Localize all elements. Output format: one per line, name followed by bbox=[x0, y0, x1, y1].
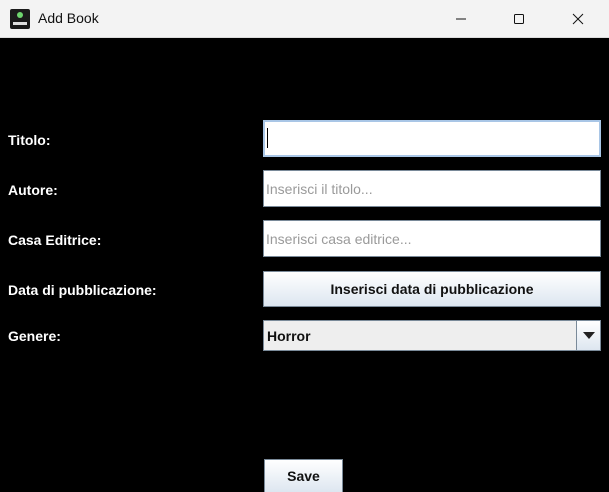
genere-label: Genere: bbox=[8, 328, 61, 344]
genere-dropdown-button[interactable] bbox=[576, 321, 600, 350]
book-app-icon bbox=[10, 9, 30, 29]
chevron-down-icon bbox=[582, 331, 595, 339]
casa-editrice-label: Casa Editrice: bbox=[8, 232, 102, 248]
maximize-icon bbox=[514, 13, 524, 24]
genere-select[interactable]: Horror bbox=[263, 320, 601, 351]
minimize-button[interactable] bbox=[432, 0, 490, 37]
titolo-input[interactable] bbox=[263, 120, 601, 157]
close-button[interactable] bbox=[549, 0, 607, 37]
casa-editrice-input[interactable] bbox=[263, 220, 601, 257]
window-title: Add Book bbox=[38, 10, 99, 26]
titolo-label: Titolo: bbox=[8, 132, 51, 148]
save-button[interactable]: Save bbox=[264, 459, 343, 492]
data-pubblicazione-label: Data di pubblicazione: bbox=[8, 282, 157, 298]
maximize-button[interactable] bbox=[490, 0, 548, 37]
title-bar[interactable]: Add Book bbox=[0, 0, 609, 38]
text-caret bbox=[267, 128, 268, 148]
minimize-icon bbox=[456, 18, 466, 19]
autore-input[interactable] bbox=[263, 170, 601, 207]
add-book-window: Add Book Titolo: Autore: Casa Editrice: … bbox=[0, 0, 609, 492]
date-picker-button[interactable]: Inserisci data di pubblicazione bbox=[263, 271, 601, 307]
genere-selected-value: Horror bbox=[267, 328, 311, 344]
close-icon bbox=[572, 13, 584, 24]
autore-label: Autore: bbox=[8, 182, 58, 198]
